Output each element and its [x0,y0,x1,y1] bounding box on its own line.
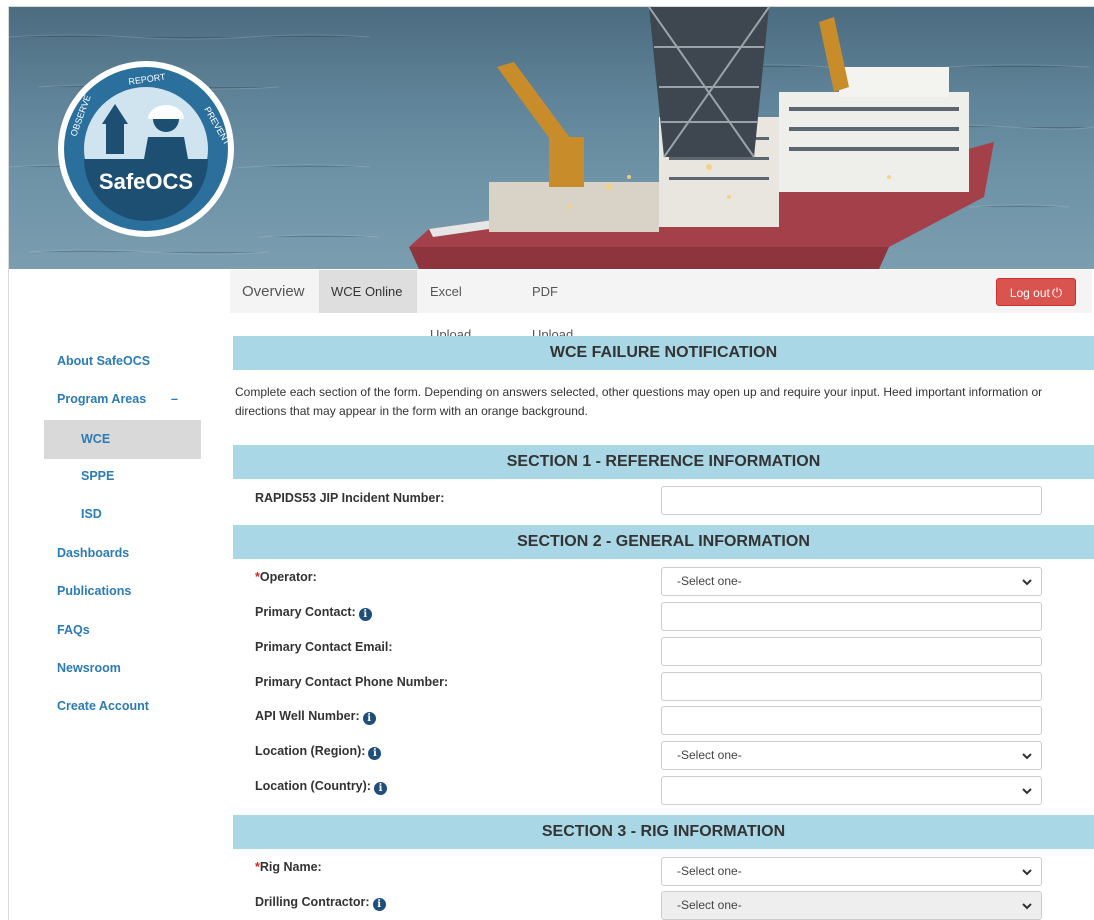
info-icon[interactable]: i [358,608,372,621]
operator-select[interactable]: -Select one- [661,567,1042,596]
tab-overview[interactable]: Overview [230,270,318,313]
rig-name-select[interactable]: -Select one- [661,857,1042,886]
power-icon: ⏻ [1051,285,1063,300]
country-label-text: Location (Country): [255,779,371,793]
section-2-header: SECTION 2 - GENERAL INFORMATION [233,525,1094,559]
sidebar-item-isd[interactable]: ISD [44,507,201,521]
drilling-contractor-select[interactable]: -Select one- [661,891,1042,920]
tab-wce-online[interactable]: WCE Online [319,270,417,313]
region-select[interactable]: -Select one- [661,741,1042,770]
sidebar-item-sppe[interactable]: SPPE [44,469,201,483]
sidebar-item-faqs[interactable]: FAQs [44,623,201,637]
drilling-contractor-select-value: -Select one- [677,898,742,912]
rig-name-select-value: -Select one- [677,864,742,878]
rig-name-label: *Rig Name: [255,860,322,874]
tab-excel-upload[interactable]: Excel Upload [418,270,518,342]
rapids-label: RAPIDS53 JIP Incident Number: [255,491,445,505]
safeocs-logo: SafeOCS REPORT OBSERVE PREVENT [58,61,234,237]
header-banner: SafeOCS REPORT OBSERVE PREVENT [9,7,1094,269]
sidebar-item-create-account[interactable]: Create Account [44,699,201,713]
info-icon[interactable]: i [368,747,382,760]
primary-contact-label: Primary Contact: i [255,605,372,621]
info-icon[interactable]: i [362,712,376,725]
chevron-down-icon [1022,753,1032,760]
sidebar-item-about[interactable]: About SafeOCS [44,354,201,368]
primary-phone-input[interactable] [661,672,1042,701]
country-select[interactable] [661,776,1042,805]
drilling-contractor-label: Drilling Contractor: i [255,895,386,911]
operator-select-value: -Select one- [677,574,742,588]
sidebar-item-wce[interactable]: WCE [44,420,201,459]
primary-email-input[interactable] [661,637,1042,666]
operator-label: *Operator: [255,570,317,584]
collapse-toggle-icon[interactable]: – [171,392,178,406]
drillship-image: SafeOCS REPORT OBSERVE PREVENT [9,7,1094,269]
rig-name-label-text: Rig Name: [259,860,322,874]
region-label: Location (Region): i [255,744,382,760]
api-well-input[interactable] [661,706,1042,735]
primary-phone-label: Primary Contact Phone Number: [255,675,449,689]
logout-label: Log out [1009,286,1050,300]
info-icon[interactable]: i [372,898,386,911]
logout-button[interactable]: Log out ⏻ [996,278,1076,306]
region-select-value: -Select one- [677,748,742,762]
primary-contact-label-text: Primary Contact: [255,605,356,619]
chevron-down-icon [1022,903,1032,910]
chevron-down-icon [1022,579,1032,586]
sidebar-item-dashboards[interactable]: Dashboards [44,546,201,560]
rapids-incident-input[interactable] [661,486,1042,515]
section-1-header: SECTION 1 - REFERENCE INFORMATION [233,445,1094,479]
logo-brand-text: SafeOCS [99,169,193,194]
form-title: WCE FAILURE NOTIFICATION [233,336,1094,370]
info-icon[interactable]: i [373,782,387,795]
api-well-label: API Well Number: i [255,709,376,725]
api-well-label-text: API Well Number: [255,709,360,723]
chevron-down-icon [1022,869,1032,876]
section-3-header: SECTION 3 - RIG INFORMATION [233,815,1094,849]
chevron-down-icon [1022,788,1032,795]
sidebar-item-newsroom[interactable]: Newsroom [44,661,201,675]
primary-email-label: Primary Contact Email: [255,640,393,654]
region-label-text: Location (Region): [255,744,366,758]
top-tab-bar: Overview WCE Online Excel Upload PDF Upl… [230,270,1092,342]
primary-contact-input[interactable] [661,602,1042,631]
sidebar-item-publications[interactable]: Publications [44,584,201,598]
operator-label-text: Operator: [259,570,317,584]
form-instructions: Complete each section of the form. Depen… [235,385,1043,418]
country-label: Location (Country): i [255,779,387,795]
tab-pdf-upload[interactable]: PDF Upload [520,270,614,342]
drilling-contractor-label-text: Drilling Contractor: [255,895,370,909]
